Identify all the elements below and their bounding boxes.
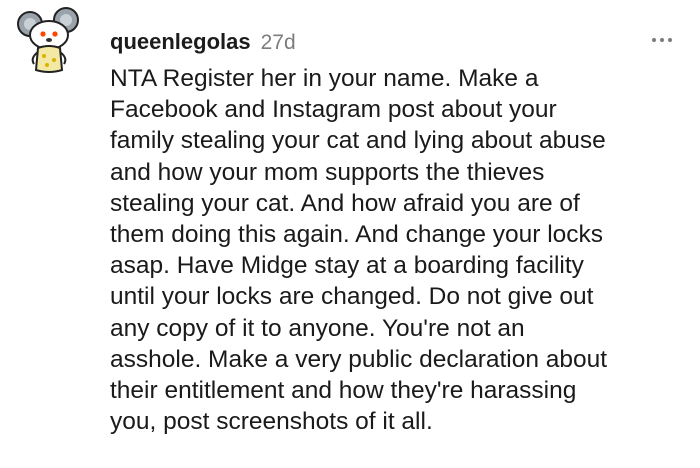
comment-line: you, post screenshots of it all. <box>110 408 433 436</box>
comment-line: asap. Have Midge stay at a boarding faci… <box>110 252 584 280</box>
comment-line: family stealing your cat and lying about… <box>110 127 606 155</box>
comment-line: and how your mom supports the thieves <box>110 158 545 186</box>
comment-line: them doing this again. And change your l… <box>110 221 604 249</box>
dot <box>668 38 672 42</box>
username[interactable]: queenlegolas <box>110 29 251 55</box>
comment-line: stealing your cat. And how afraid you ar… <box>110 189 580 217</box>
dot <box>660 38 664 42</box>
comment-header: queenlegolas 27d <box>110 29 296 55</box>
more-dots-icon[interactable] <box>644 30 680 50</box>
snoo-avatar-icon[interactable] <box>14 4 90 80</box>
comment-age: 27d <box>260 31 296 54</box>
comment-line: Facebook and Instagram post about your <box>110 96 557 124</box>
comment-line: until your locks are changed. Do not giv… <box>110 283 594 311</box>
dot <box>652 38 656 42</box>
comment-body: NTA Register her in your name. Make a Fa… <box>110 63 685 437</box>
comment-line: NTA Register her in your name. Make a <box>110 65 539 92</box>
comment-line: their entitlement and how they're harass… <box>110 377 577 405</box>
comment-line: asshole. Make a very public declaration … <box>110 345 608 373</box>
comment-line: any copy of it to anyone. You're not an <box>110 314 525 342</box>
comment: queenlegolas 27d NTA Register her in you… <box>0 0 700 468</box>
